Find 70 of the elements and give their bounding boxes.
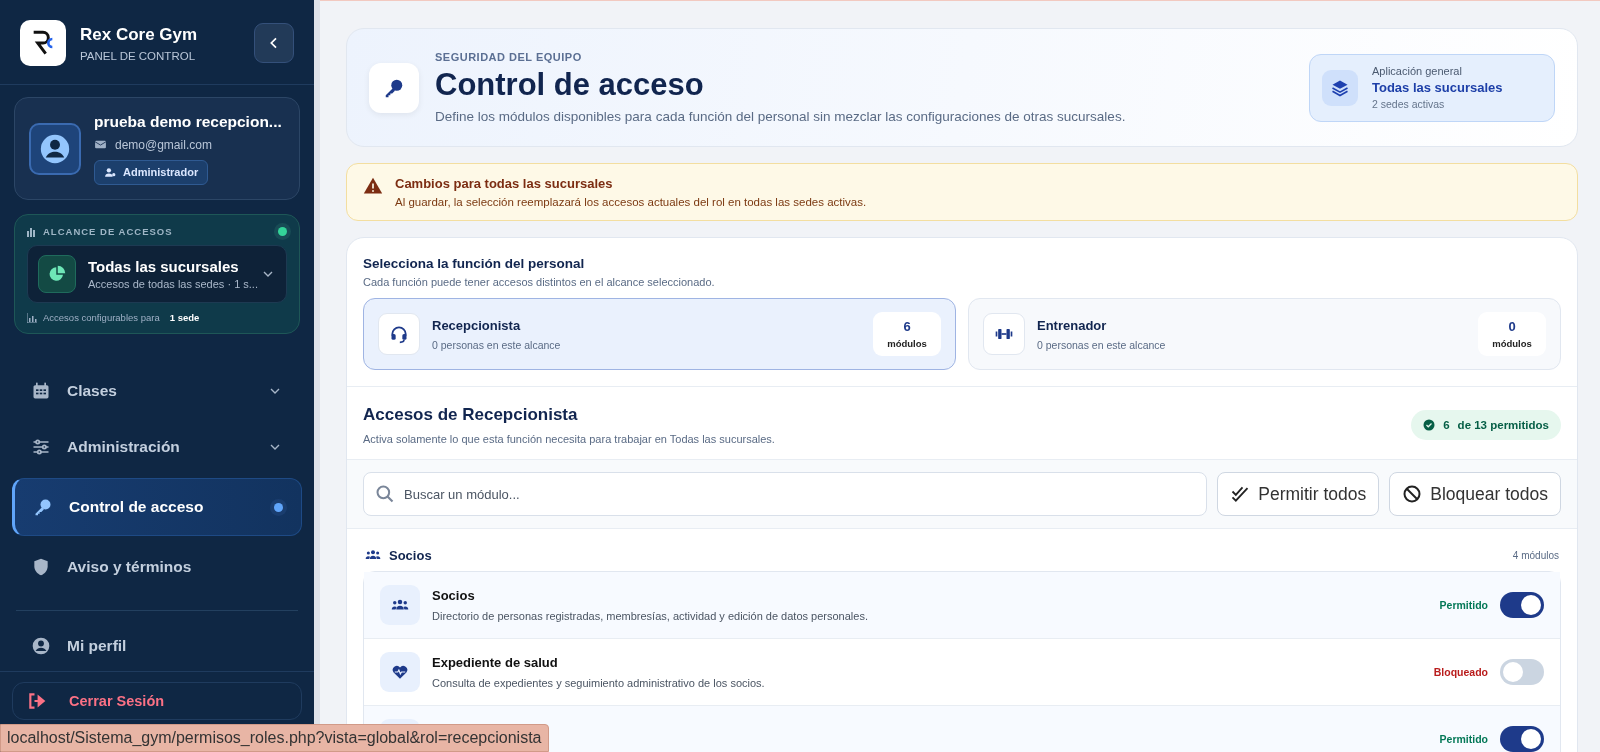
warning-title: Cambios para todas las sucursales <box>395 176 614 191</box>
double-check-icon <box>1230 484 1251 504</box>
scope-select[interactable]: Todas las sucursales Accesos de todas las sedes · 1 s... <box>27 245 287 304</box>
page-description: Define los módulos disponibles para cada función del personal sin mezclar las configuraciones de otras sucursales. <box>435 109 1126 124</box>
module-description: Consulta de expedientes y seguimiento administrativo de los socios. <box>432 677 765 689</box>
page-title: Control de acceso <box>435 67 705 103</box>
logout-icon <box>27 691 47 711</box>
group-count: 4 módulos <box>1512 549 1559 561</box>
scope-footer-text: Accesos configurables para <box>43 312 160 324</box>
scope-footer-value: 1 sede <box>169 312 200 324</box>
section-subtitle: Cada función puede tener accesos distintos en el alcance seleccionado. <box>363 276 716 288</box>
module-name: Socios <box>432 588 476 603</box>
module-count: 0 módulos <box>1478 312 1546 356</box>
ban-icon <box>1402 484 1423 504</box>
section-title: Selecciona la función del personal <box>363 256 586 271</box>
action-button[interactable]: Bloquear todos <box>1389 472 1561 516</box>
module-name: Expediente de salud <box>432 655 559 670</box>
toggle-switch[interactable] <box>1500 592 1544 618</box>
logout-button[interactable]: Cerrar Sesión <box>12 682 302 720</box>
access-title: Accesos de Recepcionista <box>363 405 579 425</box>
role-name: Entrenador <box>1037 317 1108 333</box>
role-badge: Administrador <box>94 159 209 185</box>
module-description: Directorio de personas registradas, membresías, actividad y edición de datos personales. <box>432 610 868 622</box>
scope-label: ALCANCE DE ACCESOS <box>43 226 173 238</box>
user-name: prueba demo recepcion... <box>94 112 282 131</box>
shield-icon <box>31 557 51 578</box>
search-icon <box>375 484 395 504</box>
headset-icon <box>389 324 409 344</box>
scope-summary-title: Todas las sucursales <box>1372 80 1503 95</box>
search-field[interactable]: Buscar un módulo... <box>363 472 1208 516</box>
warning-icon <box>363 176 383 196</box>
app-subtitle: PANEL DE CONTROL <box>80 49 197 62</box>
module-status: Permitido <box>1439 599 1488 611</box>
warning-text: Al guardar, la selección reemplazará los accesos actuales del rol en todas las sedes activas. <box>395 196 867 208</box>
envelope-icon <box>94 138 107 151</box>
logo-icon <box>20 20 66 66</box>
nav-item[interactable]: Control de acceso <box>12 478 302 537</box>
action-button[interactable]: Permitir todos <box>1217 472 1380 516</box>
nav-item[interactable]: Administración <box>12 422 302 473</box>
nav-item[interactable]: Aviso y términos <box>12 542 302 593</box>
avatar-icon <box>29 122 81 175</box>
url-tooltip: localhost/Sistema_gym/permisos_roles.php?vista=global&rol=recepcionista <box>0 724 549 752</box>
key-icon <box>33 497 53 518</box>
access-subtitle: Activa solamente lo que esta función necesita para trabajar en Todas las sucursales. <box>363 433 775 445</box>
nav-item[interactable]: Mi perfil <box>12 621 302 671</box>
module-status: Bloqueado <box>1433 666 1488 678</box>
scope-summary-subtitle: 2 sedes activas <box>1372 98 1446 110</box>
role-option[interactable]: Recepcionista 0 personas en este alcance 6 módulos <box>363 298 956 370</box>
nav-item[interactable]: Clases <box>12 366 302 417</box>
scope-summary-label: Aplicación general <box>1372 65 1463 77</box>
active-dot <box>274 502 283 512</box>
role-people: 0 personas en este alcance <box>1037 338 1166 351</box>
toggle-switch[interactable] <box>1500 659 1544 685</box>
module-count: 6 módulos <box>873 312 941 356</box>
eyebrow-text: SEGURIDAD DEL EQUIPO <box>435 51 583 63</box>
group-title: Socios <box>389 547 432 563</box>
chart-icon <box>27 312 37 323</box>
user-email: demo@gmail.com <box>115 137 212 152</box>
module-status: Permitido <box>1439 733 1488 745</box>
role-name: Recepcionista <box>432 317 522 333</box>
user-icon <box>31 636 51 656</box>
heart-pulse-icon <box>391 663 409 681</box>
bar-chart-icon <box>27 226 37 237</box>
role-option[interactable]: Entrenador 0 personas en este alcance 0 módulos <box>968 298 1561 370</box>
toggle-switch[interactable] <box>1500 726 1544 752</box>
app-title: Rex Core Gym <box>80 24 198 45</box>
calendar-icon <box>31 381 51 402</box>
pie-chart-icon <box>38 255 76 294</box>
role-people: 0 personas en este alcance <box>432 338 561 351</box>
permitted-count-badge: 6 de 13 permitidos <box>1411 410 1561 440</box>
